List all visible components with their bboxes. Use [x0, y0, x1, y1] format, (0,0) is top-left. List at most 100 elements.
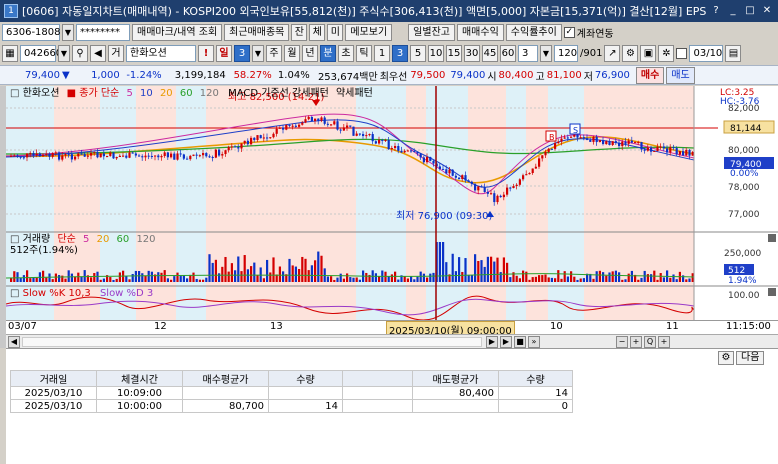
gear-icon[interactable]: ⚙	[718, 351, 734, 365]
period-minute-button[interactable]: 분	[320, 45, 336, 62]
day-count-field[interactable]: 3	[234, 45, 250, 62]
interval-60-button[interactable]: 60	[500, 45, 516, 62]
close-icon[interactable]: ✕	[760, 4, 774, 18]
candle-body	[237, 147, 240, 149]
volume-bar	[502, 257, 505, 282]
alert-button[interactable]: !	[198, 45, 214, 62]
unfilled-button[interactable]: 미	[327, 24, 344, 41]
legend-stock: 한화오션	[23, 87, 60, 99]
candle-body	[144, 155, 147, 158]
sell-button[interactable]: 매도	[666, 66, 695, 84]
pane-close-icon[interactable]	[768, 288, 776, 296]
period-day-button[interactable]: 일	[216, 45, 232, 62]
interval-30-button[interactable]: 30	[464, 45, 480, 62]
candle-body	[45, 153, 48, 155]
interval-45-button[interactable]: 45	[482, 45, 498, 62]
crosshair-icon[interactable]: +	[658, 336, 670, 348]
layout-icon[interactable]: ▦	[2, 45, 18, 62]
stock-code-field[interactable]: 042660	[20, 45, 62, 62]
candle-body	[544, 151, 547, 156]
candle-body	[589, 139, 592, 142]
return-trend-button[interactable]: 수익률추이	[505, 24, 562, 41]
candle-body	[90, 153, 93, 156]
volume-bar	[563, 271, 566, 282]
buy-button[interactable]: 매수	[635, 66, 665, 84]
play-icon[interactable]: ▶	[500, 336, 512, 348]
chart-area[interactable]: 최고 82,500 (14:21) 최저 76,900 (09:30) B S …	[5, 86, 778, 322]
gear-icon[interactable]: ✲	[658, 45, 675, 62]
scroll-track[interactable]	[22, 337, 482, 347]
recent-stocks-button[interactable]: 최근매매종목	[224, 24, 290, 41]
volume-bar	[470, 274, 473, 282]
interval-5-button[interactable]: 5	[410, 45, 426, 62]
arrow-icon[interactable]: ↗	[604, 45, 621, 62]
password-field[interactable]: ********	[76, 24, 130, 41]
fast-forward-icon[interactable]: »	[528, 336, 540, 348]
period-year-button[interactable]: 년	[302, 45, 318, 62]
date-field[interactable]: 03/10	[689, 45, 724, 62]
candle-body	[528, 173, 531, 175]
interval-15-button[interactable]: 15	[446, 45, 462, 62]
chevron-down-icon[interactable]: ▼	[62, 24, 74, 41]
interval-field[interactable]: 3	[518, 45, 538, 62]
candle-body	[666, 148, 669, 153]
maximize-icon[interactable]: □	[743, 4, 757, 18]
candle-body	[173, 153, 176, 160]
search-icon[interactable]: ⚲	[72, 45, 88, 62]
volume-bar	[464, 258, 467, 282]
volume-bar	[70, 273, 73, 282]
calendar-icon[interactable]: ▤	[725, 45, 742, 62]
settings-icon[interactable]: ⚙	[622, 45, 639, 62]
buy-zone	[356, 86, 406, 322]
stock-type-button[interactable]: 거	[108, 45, 124, 62]
account-number-field[interactable]: 6306-1808	[2, 24, 61, 41]
table-row[interactable]: 2025/03/10 10:00:00 80,700 14 0	[10, 399, 573, 413]
memo-button[interactable]: 메모보기	[345, 24, 393, 41]
speaker-icon[interactable]: ◀	[90, 45, 106, 62]
date-checkbox[interactable]	[676, 48, 688, 59]
interval-1-button[interactable]: 1	[374, 45, 390, 62]
interval-10-button[interactable]: 10	[428, 45, 444, 62]
volume-bar	[128, 279, 131, 282]
daily-balance-button[interactable]: 일별잔고	[408, 24, 455, 41]
turnover: 1.04%	[277, 69, 310, 81]
stock-name-field[interactable]: 한화오션	[126, 45, 196, 62]
chevron-down-icon[interactable]: ▼	[252, 45, 264, 62]
table-row[interactable]: 2025/03/10 10:09:00 80,400 14	[10, 386, 573, 400]
filled-button[interactable]: 체	[309, 24, 326, 41]
save-icon[interactable]: ▣	[640, 45, 657, 62]
volume-bar	[131, 273, 134, 282]
legend-ma120: 120	[200, 88, 219, 99]
trade-profit-button[interactable]: 매매수익	[456, 24, 504, 41]
period-second-button[interactable]: 초	[338, 45, 354, 62]
volume-bar	[64, 278, 67, 282]
trade-mark-query-button[interactable]: 매매마크/내역 조회	[132, 24, 223, 41]
stop-icon[interactable]: ■	[514, 336, 526, 348]
search-icon[interactable]: Q	[644, 336, 656, 348]
period-tick-button[interactable]: 틱	[356, 45, 372, 62]
scroll-right-icon[interactable]: ▶	[486, 336, 498, 348]
next-button[interactable]: 다음	[736, 351, 765, 365]
volume-bar	[480, 260, 483, 282]
minimize-icon[interactable]: _	[726, 4, 740, 18]
scroll-left-icon[interactable]: ◀	[8, 336, 20, 348]
count-field[interactable]: 120	[554, 45, 578, 62]
interval-3-button[interactable]: 3	[392, 45, 408, 62]
volume-bar	[378, 276, 381, 282]
zoom-out-icon[interactable]: −	[616, 336, 628, 348]
candle-body	[128, 152, 131, 158]
pane-close-icon[interactable]	[768, 234, 776, 242]
chart-scrollbar[interactable]: ◀ ▶ ▶ ■ » − + Q +	[6, 334, 778, 348]
volume-bar	[474, 254, 477, 282]
balance-button[interactable]: 잔	[291, 24, 308, 41]
chevron-down-icon[interactable]: ▼	[58, 45, 70, 62]
period-month-button[interactable]: 월	[284, 45, 300, 62]
zoom-in-icon[interactable]: +	[630, 336, 642, 348]
quote-bar: 79,400 ▼ 1,000 -1.24% 3,199,184 58.27% 1…	[0, 65, 778, 85]
account-link-checkbox[interactable]: ✓	[563, 27, 575, 38]
x-label: 03/07	[8, 321, 37, 332]
period-week-button[interactable]: 주	[266, 45, 282, 62]
help-icon[interactable]: ?	[709, 4, 723, 18]
chart-svg[interactable]: 최고 82,500 (14:21) 최저 76,900 (09:30) B S …	[5, 86, 778, 322]
chevron-down-icon[interactable]: ▼	[540, 45, 552, 62]
